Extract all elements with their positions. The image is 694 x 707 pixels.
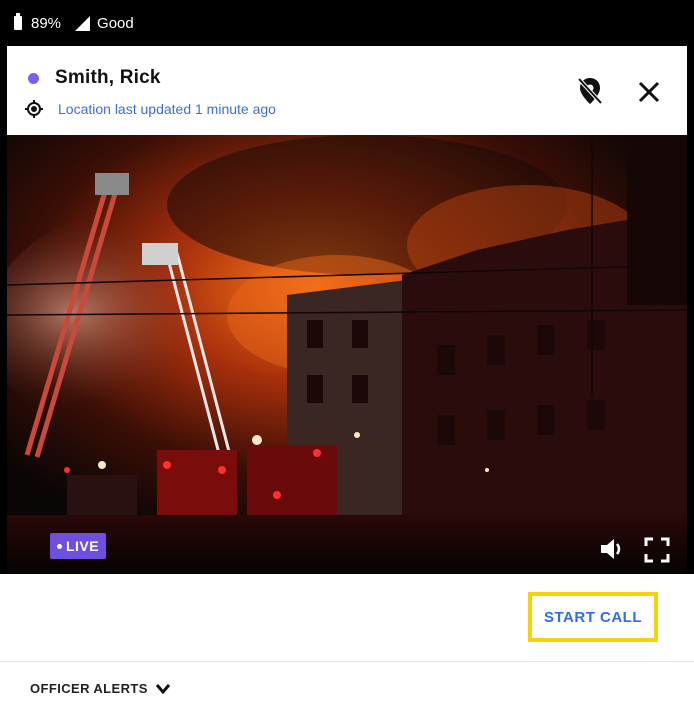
battery-level: 89% <box>31 14 62 32</box>
chevron-down-icon <box>155 683 170 694</box>
battery-icon <box>14 13 22 30</box>
status-bar: 89% Good <box>0 0 694 46</box>
fire-scene-image <box>7 135 687 574</box>
close-icon[interactable] <box>637 80 661 104</box>
start-call-button[interactable]: START CALL <box>528 592 658 642</box>
crosshair-icon <box>25 100 43 118</box>
live-badge: LIVE <box>50 533 106 559</box>
call-actions-bar: START CALL <box>0 574 694 662</box>
fullscreen-icon[interactable] <box>644 537 670 563</box>
presence-indicator <box>28 72 39 84</box>
officer-alerts-section: OFFICER ALERTS <box>0 662 694 707</box>
officer-name: Smith, Rick <box>55 67 161 88</box>
location-off-icon[interactable] <box>577 76 603 106</box>
officer-alerts-toggle[interactable]: OFFICER ALERTS <box>30 681 171 696</box>
live-dot-icon <box>56 543 62 549</box>
officer-alerts-label: OFFICER ALERTS <box>30 681 148 696</box>
app-frame: 89% Good Smith, Rick Location last updat… <box>0 0 694 707</box>
live-video-feed[interactable]: LIVE <box>7 135 687 574</box>
live-label: LIVE <box>65 538 100 554</box>
volume-icon[interactable] <box>599 537 625 561</box>
location-status: Location last updated 1 minute ago <box>58 101 276 117</box>
signal-icon <box>75 15 91 31</box>
location-status-row: Location last updated 1 minute ago <box>25 100 276 118</box>
officer-header: Smith, Rick Location last updated 1 minu… <box>7 46 687 135</box>
officer-name-row: Smith, Rick <box>28 67 161 89</box>
signal-status: Good <box>97 14 134 32</box>
